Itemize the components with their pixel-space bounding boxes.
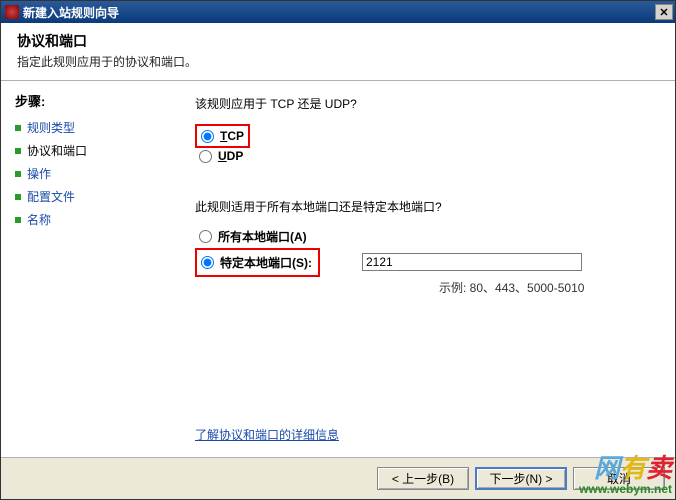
- radio-row-all-ports: 所有本地端口(A): [199, 227, 657, 246]
- step-label: 配置文件: [27, 188, 75, 205]
- radio-row-udp: UDP: [199, 148, 657, 164]
- steps-heading: 步骤:: [15, 91, 161, 110]
- window-title: 新建入站规则向导: [23, 4, 655, 21]
- label-all-ports: 所有本地端口(A): [218, 228, 307, 245]
- radio-udp[interactable]: [199, 150, 212, 163]
- wizard-header: 协议和端口 指定此规则应用于的协议和端口。: [1, 23, 675, 81]
- step-bullet-icon: [15, 217, 21, 223]
- question-ports: 此规则适用于所有本地端口还是特定本地端口?: [195, 198, 657, 215]
- step-label: 名称: [27, 211, 51, 228]
- app-icon: [5, 5, 19, 19]
- cancel-button[interactable]: 取消: [573, 467, 665, 490]
- protocol-radiogroup: TCP UDP: [195, 124, 657, 164]
- wizard-body: 步骤: 规则类型 协议和端口 操作 配置文件 名称 该: [1, 81, 675, 457]
- label-udp: UDP: [218, 149, 243, 163]
- radio-row-tcp: TCP: [201, 128, 244, 144]
- back-button[interactable]: < 上一步(B): [377, 467, 469, 490]
- page-subtitle: 指定此规则应用于的协议和端口。: [17, 53, 659, 70]
- step-name[interactable]: 名称: [15, 208, 161, 231]
- step-label: 操作: [27, 165, 51, 182]
- step-rule-type[interactable]: 规则类型: [15, 116, 161, 139]
- wizard-window: 新建入站规则向导 ✕ 协议和端口 指定此规则应用于的协议和端口。 步骤: 规则类…: [0, 0, 676, 500]
- radio-all-ports[interactable]: [199, 230, 212, 243]
- main-panel: 该规则应用于 TCP 还是 UDP? TCP UDP 此规则适用于所有本地端口还…: [169, 81, 675, 457]
- label-specific-ports: 特定本地端口(S):: [220, 254, 312, 271]
- step-profile[interactable]: 配置文件: [15, 185, 161, 208]
- label-tcp: TCP: [220, 129, 244, 143]
- highlight-specific-ports: 特定本地端口(S):: [195, 248, 320, 277]
- step-protocol-ports[interactable]: 协议和端口: [15, 139, 161, 162]
- next-button[interactable]: 下一步(N) >: [475, 467, 567, 490]
- question-protocol: 该规则应用于 TCP 还是 UDP?: [195, 95, 657, 112]
- step-bullet-icon: [15, 171, 21, 177]
- wizard-footer: < 上一步(B) 下一步(N) > 取消: [1, 457, 675, 499]
- page-title: 协议和端口: [17, 31, 659, 51]
- learn-more-link[interactable]: 了解协议和端口的详细信息: [195, 426, 339, 443]
- radio-tcp[interactable]: [201, 130, 214, 143]
- step-label: 规则类型: [27, 119, 75, 136]
- step-bullet-icon: [15, 194, 21, 200]
- sidebar: 步骤: 规则类型 协议和端口 操作 配置文件 名称: [1, 81, 169, 457]
- highlight-tcp: TCP: [195, 124, 250, 148]
- step-bullet-icon: [15, 125, 21, 131]
- titlebar: 新建入站规则向导 ✕: [1, 1, 675, 23]
- radio-specific-ports[interactable]: [201, 256, 214, 269]
- step-action[interactable]: 操作: [15, 162, 161, 185]
- radio-row-specific-ports: 特定本地端口(S):: [201, 253, 312, 272]
- port-input[interactable]: [362, 253, 582, 271]
- step-bullet-icon: [15, 148, 21, 154]
- close-button[interactable]: ✕: [655, 4, 673, 20]
- close-icon: ✕: [659, 6, 668, 19]
- step-label: 协议和端口: [27, 142, 87, 159]
- ports-radiogroup: 所有本地端口(A) 特定本地端口(S): 示例: 80、443、5000-501…: [195, 227, 657, 296]
- port-example: 示例: 80、443、5000-5010: [439, 279, 657, 296]
